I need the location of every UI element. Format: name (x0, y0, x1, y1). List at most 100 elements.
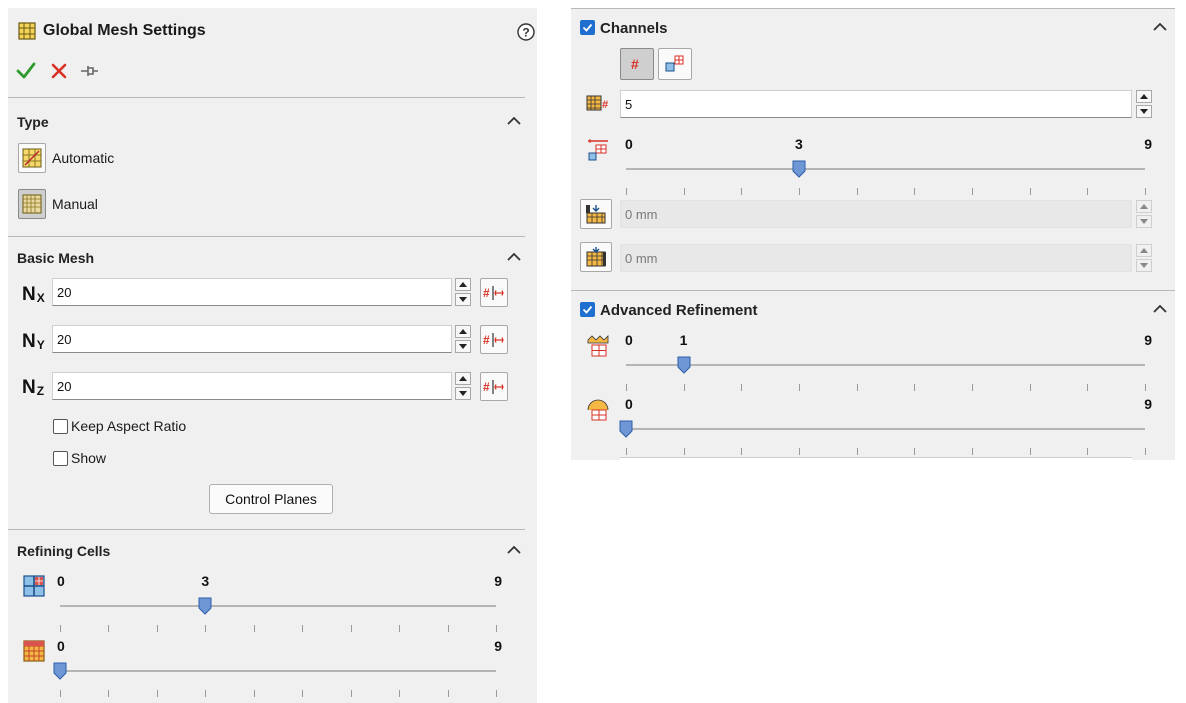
min-height-icon[interactable] (580, 199, 612, 229)
increment-arrow-icon[interactable] (1136, 200, 1152, 213)
increment-arrow-icon[interactable] (455, 325, 471, 338)
automatic-mesh-icon[interactable] (18, 143, 46, 173)
decrement-arrow-icon[interactable] (455, 340, 471, 353)
slider-tick (496, 690, 497, 697)
slider-tick (1030, 188, 1031, 195)
slider-thumb[interactable] (792, 160, 806, 178)
nx-cell-settings-icon[interactable]: # (480, 278, 508, 307)
slider-track[interactable] (60, 605, 496, 607)
decrement-arrow-icon[interactable] (1136, 105, 1152, 118)
svg-text:#: # (483, 380, 490, 394)
slider-max-label: 9 (1144, 332, 1152, 348)
show-label: Show (71, 450, 107, 466)
ny-cell-settings-icon[interactable]: # (480, 325, 508, 354)
cells-across-channel-icon: # (584, 90, 614, 116)
cells-across-channel-input[interactable] (620, 90, 1132, 118)
cells-across-channel-stepper[interactable] (1136, 90, 1152, 118)
max-height-stepper[interactable] (1136, 244, 1152, 272)
refine-fluid-cells-icon (21, 573, 47, 599)
nz-stepper[interactable] (455, 372, 471, 400)
ny-stepper[interactable] (455, 325, 471, 353)
decrement-arrow-icon[interactable] (455, 387, 471, 400)
slider-value-label: 3 (795, 136, 803, 152)
increment-arrow-icon[interactable] (1136, 244, 1152, 257)
show-checkbox[interactable] (53, 451, 68, 466)
max-channel-refinement-icon (584, 136, 612, 164)
slider-tick (741, 188, 742, 195)
channels-checkbox[interactable] (580, 20, 595, 35)
slider-thumb[interactable] (198, 597, 212, 615)
slider-track[interactable] (626, 428, 1145, 430)
cell-size-icon[interactable] (658, 48, 692, 80)
slider-tick (351, 625, 352, 632)
slider-tick (741, 448, 742, 455)
cancel-icon[interactable] (48, 60, 70, 82)
advanced-refinement-checkbox[interactable] (580, 302, 595, 317)
collapse-refining-cells-section-icon[interactable] (506, 544, 522, 556)
channels-and-refinement-panel: Channels # # 0 9 3 (571, 8, 1175, 460)
next-row-edge (620, 457, 1132, 460)
slider-tick (741, 384, 742, 391)
slider-max-label: 9 (494, 638, 502, 654)
slider-tick (684, 384, 685, 391)
slider-tick (448, 690, 449, 697)
ny-input[interactable] (52, 325, 452, 353)
increment-arrow-icon[interactable] (455, 278, 471, 291)
slider-tick (684, 448, 685, 455)
slider-tick (972, 448, 973, 455)
slider-min-label: 0 (57, 638, 65, 654)
collapse-advanced-refinement-section-icon[interactable] (1152, 303, 1168, 315)
slider-thumb[interactable] (53, 662, 67, 680)
slider-tick (626, 384, 627, 391)
nz-cell-settings-icon[interactable]: # (480, 372, 508, 401)
slider-min-label: 0 (625, 332, 633, 348)
slider-tick (399, 625, 400, 632)
small-solid-features-slider[interactable]: 0 9 1 (625, 332, 1152, 391)
slider-tick (1145, 448, 1146, 455)
increment-arrow-icon[interactable] (1136, 90, 1152, 103)
slider-track[interactable] (626, 168, 1145, 170)
slider-min-label: 0 (625, 136, 633, 152)
collapse-type-section-icon[interactable] (506, 115, 522, 127)
slider-tick (1145, 384, 1146, 391)
type-option-manual[interactable]: Manual (52, 196, 98, 212)
slider-tick (60, 625, 61, 632)
increment-arrow-icon[interactable] (455, 372, 471, 385)
max-height-input[interactable] (620, 244, 1132, 272)
decrement-arrow-icon[interactable] (455, 293, 471, 306)
slider-tick (448, 625, 449, 632)
min-height-input[interactable] (620, 200, 1132, 228)
pin-icon[interactable] (78, 61, 100, 81)
checkmark-icon[interactable] (15, 60, 37, 82)
slider-tick (799, 384, 800, 391)
max-channel-refinement-slider[interactable]: 0 9 3 (625, 136, 1152, 195)
refining-cells-level-slider[interactable]: 0 9 3 (57, 573, 502, 632)
nx-input[interactable] (52, 278, 452, 306)
slider-thumb[interactable] (677, 356, 691, 374)
decrement-arrow-icon[interactable] (1136, 215, 1152, 228)
cells-count-icon[interactable]: # (620, 48, 654, 80)
slider-tick (205, 690, 206, 697)
type-option-automatic[interactable]: Automatic (52, 150, 114, 166)
curvature-refinement-slider[interactable]: 0 9 (619, 396, 1152, 455)
control-planes-button[interactable]: Control Planes (209, 484, 333, 514)
collapse-channels-section-icon[interactable] (1152, 21, 1168, 33)
nx-stepper[interactable] (455, 278, 471, 306)
slider-tick (157, 690, 158, 697)
max-height-icon[interactable] (580, 242, 612, 272)
advanced-refinement-section-title: Advanced Refinement (600, 302, 758, 319)
slider-tick (1087, 384, 1088, 391)
decrement-arrow-icon[interactable] (1136, 259, 1152, 272)
nz-input[interactable] (52, 372, 452, 400)
collapse-basic-mesh-section-icon[interactable] (506, 251, 522, 263)
slider-thumb[interactable] (619, 420, 633, 438)
min-height-stepper[interactable] (1136, 200, 1152, 228)
slider-track[interactable] (626, 364, 1145, 366)
help-icon[interactable]: ? (515, 21, 537, 43)
small-solid-features-icon (584, 332, 612, 360)
keep-aspect-ratio-checkbox[interactable] (53, 419, 68, 434)
nx-label: NX (22, 284, 45, 305)
manual-mesh-icon[interactable] (18, 189, 46, 219)
partial-cells-level-slider[interactable]: 0 9 (53, 638, 502, 697)
slider-track[interactable] (60, 670, 496, 672)
